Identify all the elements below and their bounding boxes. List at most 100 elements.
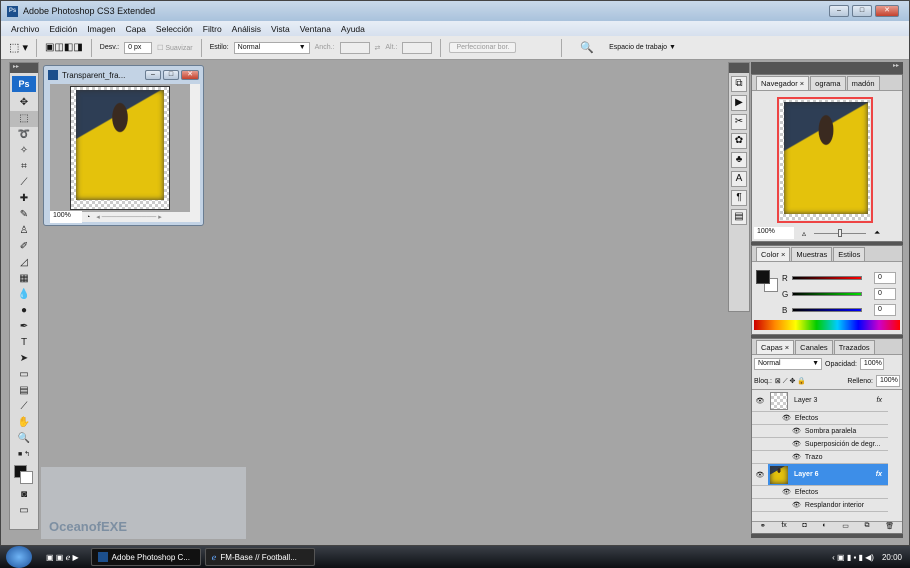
- color-spectrum-bar[interactable]: [754, 320, 900, 330]
- status-menu-icon[interactable]: ◔: [86, 214, 90, 221]
- workspace-button[interactable]: Espacio de trabajo ▼: [609, 44, 676, 51]
- start-button[interactable]: [6, 546, 32, 568]
- tab-estilos[interactable]: Estilos: [833, 247, 866, 261]
- marquee-tool-icon[interactable]: ⬚: [10, 111, 38, 127]
- minimize-button[interactable]: –: [829, 5, 849, 17]
- eyedropper-icon[interactable]: ⟋: [10, 399, 38, 415]
- menu-ventana[interactable]: Ventana: [300, 24, 331, 34]
- visibility-eye-icon[interactable]: 👁: [752, 471, 768, 479]
- zoom-out-icon[interactable]: ▵: [802, 229, 806, 238]
- effect-row[interactable]: 👁 Trazo: [752, 451, 888, 464]
- new-layer-icon[interactable]: ⧉: [865, 522, 870, 533]
- menu-vista[interactable]: Vista: [271, 24, 290, 34]
- crop-tool-icon[interactable]: ⌗: [10, 159, 38, 175]
- effect-eye-icon[interactable]: 👁: [792, 427, 801, 435]
- taskbar-browser[interactable]: ℯ FM-Base // Football...: [204, 548, 315, 566]
- tool-presets-icon[interactable]: ✂: [731, 114, 747, 130]
- brush-tool-icon[interactable]: ✎: [10, 207, 38, 223]
- effect-eye-icon[interactable]: 👁: [792, 501, 801, 509]
- eraser-icon[interactable]: ◿: [10, 255, 38, 271]
- tab-muestras[interactable]: Muestras: [791, 247, 833, 261]
- menu-capa[interactable]: Capa: [126, 24, 146, 34]
- document-title-bar[interactable]: Transparent_fra... – □ ✕: [44, 66, 203, 84]
- link-layers-icon[interactable]: ⚭: [760, 522, 766, 533]
- zoom-in-icon[interactable]: ⏶: [874, 228, 880, 238]
- channel-slider[interactable]: [792, 292, 862, 296]
- menu-archivo[interactable]: Archivo: [11, 24, 39, 34]
- effect-eye-icon[interactable]: 👁: [782, 488, 791, 496]
- effect-eye-icon[interactable]: 👁: [792, 453, 801, 461]
- lasso-tool-icon[interactable]: ➰: [10, 127, 38, 143]
- zoom-tool-icon[interactable]: 🔍: [10, 431, 38, 447]
- close-button[interactable]: ✕: [875, 5, 899, 17]
- tab-capas[interactable]: Capas ×: [756, 340, 795, 354]
- menu-seleccion[interactable]: Selección: [156, 24, 193, 34]
- tray-icons[interactable]: ‹ ▣ ▮ ▪ ▮ ◀): [832, 553, 874, 562]
- screen-mode-icon[interactable]: ▭: [10, 503, 38, 519]
- clone-stamp-icon[interactable]: ♙: [10, 223, 38, 239]
- effect-row[interactable]: 👁 Superposición de degr...: [752, 438, 888, 451]
- refine-edge-button[interactable]: Perfeccionar bor.: [449, 42, 517, 53]
- fill-input[interactable]: 100%: [876, 375, 900, 387]
- menu-filtro[interactable]: Filtro: [203, 24, 222, 34]
- doc-close-button[interactable]: ✕: [181, 70, 199, 80]
- path-selection-icon[interactable]: ➤: [10, 351, 38, 367]
- opacity-input[interactable]: 100%: [859, 358, 884, 370]
- lock-icons[interactable]: ⊠ ⟋ ✥ 🔒: [775, 377, 806, 386]
- layer-effects-fx-icon[interactable]: fx: [877, 397, 882, 404]
- maximize-button[interactable]: □: [852, 5, 872, 17]
- blur-tool-icon[interactable]: 💧: [10, 287, 38, 303]
- blend-mode-select[interactable]: Normal ▼: [754, 358, 822, 370]
- swap-icon[interactable]: ⇄: [375, 44, 381, 52]
- doc-minimize-button[interactable]: –: [145, 70, 161, 80]
- default-colors-icon[interactable]: ■ ↰: [10, 447, 38, 463]
- tab-trazados[interactable]: Trazados: [833, 340, 875, 354]
- pen-tool-icon[interactable]: ✒: [10, 319, 38, 335]
- quick-launch-icons[interactable]: ▣ ▣ ℯ ▶: [46, 553, 79, 562]
- layer-effects-fx-icon[interactable]: fx: [876, 471, 882, 478]
- quick-mask-icon[interactable]: ◙: [10, 487, 38, 503]
- feather-input[interactable]: 0 px: [124, 41, 153, 54]
- document-zoom[interactable]: 100%: [50, 211, 82, 223]
- history-brush-icon[interactable]: ✐: [10, 239, 38, 255]
- bridge-icon[interactable]: 🔍: [580, 41, 594, 54]
- gradient-tool-icon[interactable]: ▦: [10, 271, 38, 287]
- menu-edicion[interactable]: Edición: [49, 24, 77, 34]
- navigator-zoom[interactable]: 100%: [754, 227, 794, 239]
- type-tool-icon[interactable]: T: [10, 335, 38, 351]
- document-canvas[interactable]: [50, 84, 190, 212]
- layer-row[interactable]: 👁 Layer 6 fx: [752, 464, 888, 486]
- vertical-scrollbar[interactable]: [190, 84, 200, 212]
- layer-row[interactable]: 👁 Layer 3 fx: [752, 390, 888, 412]
- doc-maximize-button[interactable]: □: [163, 70, 179, 80]
- history-icon[interactable]: ⧉: [731, 76, 747, 92]
- delete-layer-icon[interactable]: 🗑: [885, 522, 894, 533]
- notes-tool-icon[interactable]: ▤: [10, 383, 38, 399]
- dodge-tool-icon[interactable]: ●: [10, 303, 38, 319]
- hand-tool-icon[interactable]: ✋: [10, 415, 38, 431]
- mask-icon[interactable]: ◘: [802, 522, 806, 533]
- tab-informacion[interactable]: madón: [846, 76, 880, 90]
- slice-tool-icon[interactable]: ⟋: [10, 175, 38, 191]
- navigator-view-box[interactable]: [777, 97, 873, 223]
- menu-imagen[interactable]: Imagen: [87, 24, 115, 34]
- height-input[interactable]: [402, 41, 433, 54]
- foreground-color[interactable]: [756, 270, 770, 284]
- paragraph-icon[interactable]: ¶: [731, 190, 747, 206]
- tab-color[interactable]: Color ×: [756, 247, 791, 261]
- selection-mode-icons[interactable]: ▣◫◧◨: [45, 42, 83, 53]
- color-swatches[interactable]: [10, 463, 38, 487]
- tab-navegador[interactable]: Navegador ×: [756, 76, 810, 90]
- magic-wand-icon[interactable]: ✧: [10, 143, 38, 159]
- brushes-icon[interactable]: ✿: [731, 133, 747, 149]
- style-select[interactable]: Normal ▼: [233, 41, 310, 54]
- channel-value[interactable]: 0: [874, 304, 896, 316]
- effect-eye-icon[interactable]: 👁: [792, 440, 801, 448]
- visibility-eye-icon[interactable]: 👁: [752, 397, 768, 405]
- effects-row[interactable]: 👁 Efectos: [752, 412, 888, 425]
- channel-slider[interactable]: [792, 276, 862, 280]
- effect-eye-icon[interactable]: 👁: [782, 414, 791, 422]
- horizontal-scrollbar[interactable]: ◂ ─────────── ▸: [96, 213, 161, 221]
- fx-icon[interactable]: fx: [781, 522, 786, 533]
- effect-row[interactable]: 👁 Sombra paralela: [752, 425, 888, 438]
